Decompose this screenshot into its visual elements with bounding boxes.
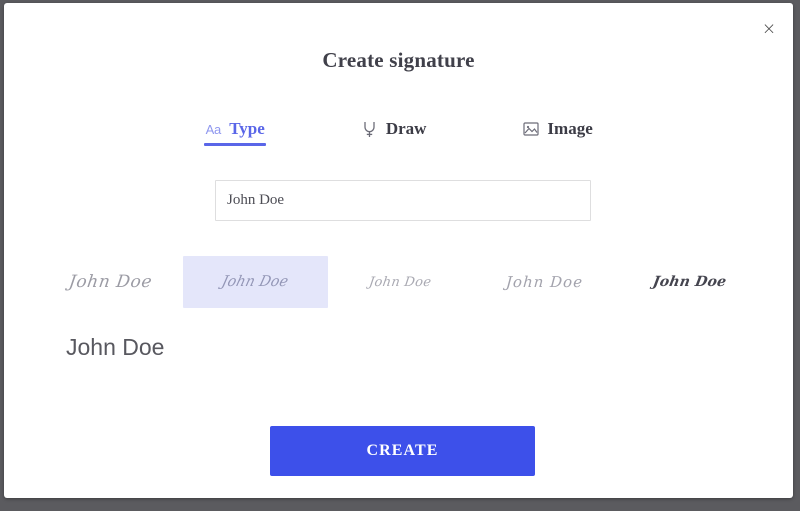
signature-style-text: John Doe xyxy=(67,272,154,292)
close-icon: × xyxy=(761,18,777,39)
signature-style-option-3[interactable]: John Doe xyxy=(328,256,473,308)
signature-plain-preview: John Doe xyxy=(66,334,165,360)
picture-icon xyxy=(522,120,540,138)
tab-draw-label: Draw xyxy=(385,119,427,138)
signature-style-option-5[interactable]: John Doe xyxy=(617,256,762,308)
create-button[interactable]: CREATE xyxy=(270,426,535,476)
signature-style-text: John Doe xyxy=(220,273,291,291)
signature-style-text: John Doe xyxy=(505,273,584,291)
signature-name-input[interactable] xyxy=(215,180,591,221)
create-signature-dialog: × Create signature Aa Type Draw Image Jo… xyxy=(4,3,793,498)
type-aa-icon: Aa xyxy=(205,121,222,137)
signature-style-text: John Doe xyxy=(651,274,728,290)
tab-type[interactable]: Aa Type xyxy=(204,119,266,146)
signature-style-option-1[interactable]: John Doe xyxy=(38,256,183,308)
tab-image-label: Image xyxy=(547,119,593,138)
tab-image[interactable]: Image xyxy=(522,119,593,146)
signature-name-field-wrapper xyxy=(215,180,591,221)
signature-style-list: John Doe John Doe John Doe John Doe John… xyxy=(38,256,762,308)
dialog-title: Create signature xyxy=(322,48,475,72)
signature-style-option-4[interactable]: John Doe xyxy=(472,256,617,308)
signature-style-option-2[interactable]: John Doe xyxy=(182,256,328,308)
window-frame: × Create signature Aa Type Draw Image Jo… xyxy=(0,0,800,511)
tab-draw[interactable]: Draw xyxy=(361,119,427,146)
signature-mode-tabs: Aa Type Draw Image xyxy=(4,119,793,146)
signature-style-text: John Doe xyxy=(367,274,433,290)
pen-nib-icon xyxy=(361,120,379,138)
tab-type-label: Type xyxy=(229,119,265,138)
close-button[interactable]: × xyxy=(755,15,783,43)
